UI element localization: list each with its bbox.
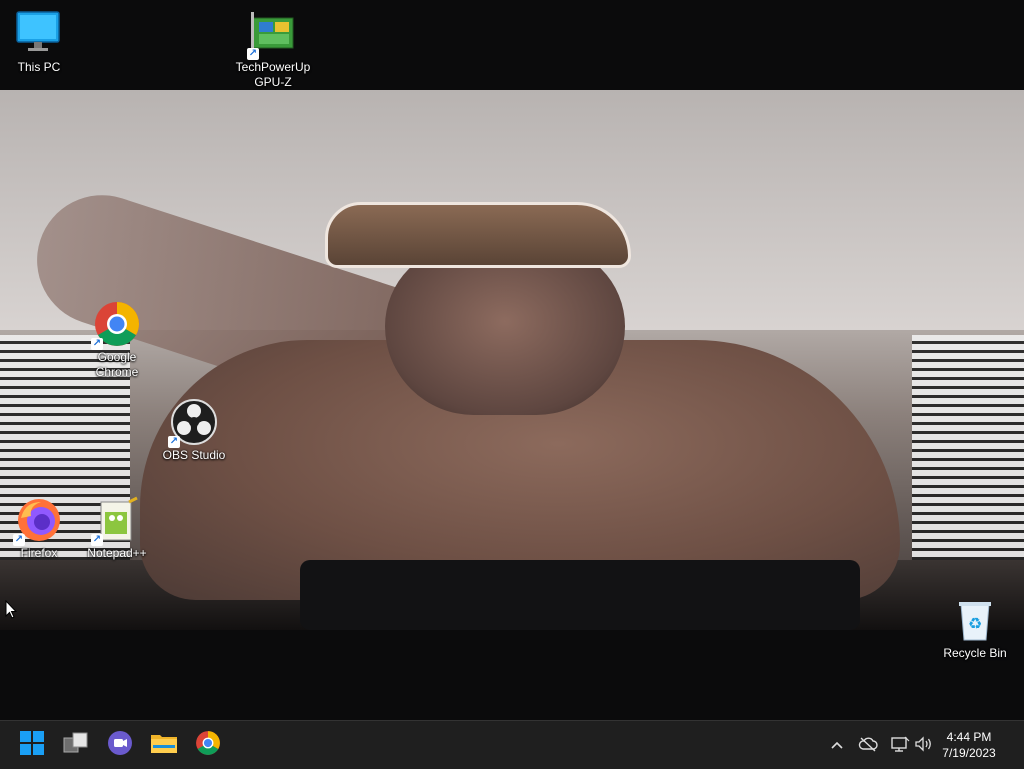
cloud-off-icon <box>858 736 878 755</box>
volume-button[interactable] <box>914 735 934 755</box>
desktop-icon-label: Google Chrome <box>95 350 139 379</box>
desktop-icon-firefox[interactable]: ↗ Firefox <box>0 496 81 561</box>
chrome-icon: ↗ <box>91 300 141 350</box>
windows-start-icon <box>19 730 45 761</box>
desktop-icon-notepadpp[interactable]: ↗ Notepad++ <box>75 496 159 561</box>
network-icon <box>890 736 910 755</box>
taskbar: 4:44 PM 7/19/2023 <box>0 720 1024 769</box>
clock-date: 7/19/2023 <box>942 746 996 760</box>
clock-time: 4:44 PM <box>946 730 992 744</box>
show-hidden-icons-button[interactable] <box>827 735 847 755</box>
this-pc-icon <box>15 10 63 58</box>
clock-button[interactable]: 4:44 PM 7/19/2023 <box>934 729 1004 761</box>
desktop-icon-chrome[interactable]: ↗ Google Chrome <box>75 300 159 380</box>
chat-button[interactable] <box>104 729 136 761</box>
shortcut-arrow-icon: ↗ <box>168 436 180 448</box>
file-explorer-button[interactable] <box>148 729 180 761</box>
notepadpp-icon: ↗ <box>91 496 141 546</box>
firefox-icon: ↗ <box>13 496 63 546</box>
shortcut-arrow-icon: ↗ <box>91 338 103 350</box>
shortcut-arrow-icon: ↗ <box>13 534 25 546</box>
recycle-bin-icon: ♻ <box>951 596 999 644</box>
desktop-icon-this-pc[interactable]: This PC <box>0 10 81 75</box>
wallpaper-person-cap <box>325 202 631 268</box>
desktop-icon-recycle-bin[interactable]: ♻ Recycle Bin <box>933 596 1017 661</box>
desktop-icon-gpu-z[interactable]: ↗ TechPowerUp GPU-Z <box>231 10 315 90</box>
wallpaper-person-pants <box>300 560 860 630</box>
chrome-icon <box>195 730 221 761</box>
onedrive-status-button[interactable] <box>858 735 878 755</box>
start-button[interactable] <box>16 729 48 761</box>
volume-icon <box>914 735 934 755</box>
shortcut-arrow-icon: ↗ <box>91 534 103 546</box>
desktop-icon-obs[interactable]: ↗ OBS Studio <box>152 398 236 463</box>
mouse-cursor <box>5 599 18 625</box>
desktop-icon-label: This PC <box>17 60 61 74</box>
desktop-icon-label: TechPowerUp GPU-Z <box>235 60 311 89</box>
desktop-icon-label: OBS Studio <box>162 448 226 462</box>
svg-text:♻: ♻ <box>968 614 982 633</box>
network-status-button[interactable] <box>890 735 910 755</box>
desktop-icon-label: Firefox <box>20 546 58 560</box>
chrome-taskbar-button[interactable] <box>192 729 224 761</box>
desktop-icon-label: Recycle Bin <box>943 646 1007 660</box>
chevron-up-icon <box>830 737 844 753</box>
obs-icon: ↗ <box>168 398 218 448</box>
wallpaper-person-head <box>385 245 625 415</box>
gpu-z-icon: ↗ <box>247 10 297 60</box>
task-view-button[interactable] <box>60 729 92 761</box>
shortcut-arrow-icon: ↗ <box>247 48 259 60</box>
teams-chat-icon <box>107 730 133 761</box>
desktop-icon-label: Notepad++ <box>87 546 147 560</box>
folder-icon <box>150 731 178 760</box>
task-view-icon <box>63 730 89 761</box>
